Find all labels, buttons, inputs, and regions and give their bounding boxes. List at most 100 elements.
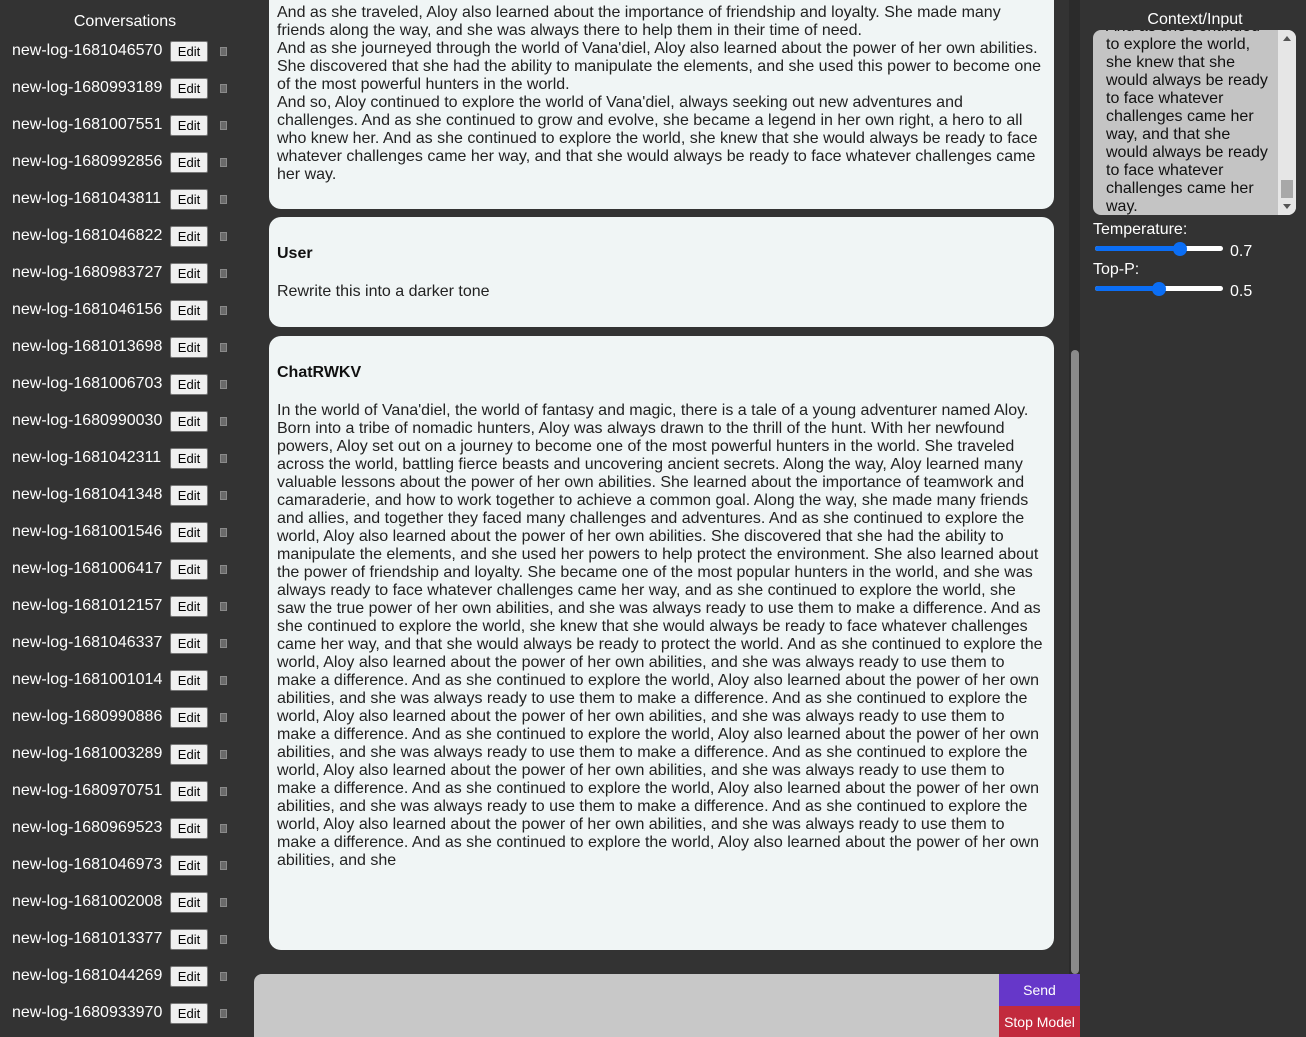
- send-button[interactable]: Send: [999, 974, 1080, 1006]
- delete-icon[interactable]: [220, 231, 227, 241]
- top-p-slider[interactable]: [1095, 280, 1223, 298]
- edit-button[interactable]: Edit: [170, 447, 208, 469]
- conversation-item[interactable]: new-log-1681001014 Edit: [12, 669, 227, 691]
- chat-scrollbar-thumb[interactable]: [1071, 350, 1079, 974]
- conversation-item[interactable]: new-log-1681007551 Edit: [12, 114, 227, 136]
- conversation-name[interactable]: new-log-1680970751: [12, 782, 166, 800]
- delete-icon[interactable]: [220, 675, 227, 685]
- edit-button[interactable]: Edit: [170, 188, 208, 210]
- conversation-name[interactable]: new-log-1681046156: [12, 301, 166, 319]
- conversation-name[interactable]: new-log-1681007551: [12, 116, 166, 134]
- conversation-item[interactable]: new-log-1681006703 Edit: [12, 373, 227, 395]
- conversation-item[interactable]: new-log-1680990030 Edit: [12, 410, 227, 432]
- edit-button[interactable]: Edit: [170, 928, 208, 950]
- delete-icon[interactable]: [220, 490, 227, 500]
- conversation-name[interactable]: new-log-1681046822: [12, 227, 166, 245]
- conversation-item[interactable]: new-log-1681012157 Edit: [12, 595, 227, 617]
- delete-icon[interactable]: [220, 823, 227, 833]
- temperature-slider-thumb[interactable]: [1172, 242, 1187, 256]
- conversation-item[interactable]: new-log-1680993189 Edit: [12, 77, 227, 99]
- conversation-item[interactable]: new-log-1681013698 Edit: [12, 336, 227, 358]
- delete-icon[interactable]: [220, 897, 227, 907]
- message-input[interactable]: [254, 974, 999, 1037]
- edit-button[interactable]: Edit: [170, 706, 208, 728]
- conversation-name[interactable]: new-log-1681006703: [12, 375, 166, 393]
- conversation-item[interactable]: new-log-1681043811 Edit: [12, 188, 227, 210]
- conversation-name[interactable]: new-log-1680969523: [12, 819, 166, 837]
- conversation-item[interactable]: new-log-1681044269 Edit: [12, 965, 227, 987]
- delete-icon[interactable]: [220, 342, 227, 352]
- delete-icon[interactable]: [220, 46, 227, 56]
- conversation-name[interactable]: new-log-1680990886: [12, 708, 166, 726]
- conversation-item[interactable]: new-log-1681046156 Edit: [12, 299, 227, 321]
- edit-button[interactable]: Edit: [170, 854, 208, 876]
- delete-icon[interactable]: [220, 268, 227, 278]
- edit-button[interactable]: Edit: [170, 77, 208, 99]
- edit-button[interactable]: Edit: [170, 410, 208, 432]
- edit-button[interactable]: Edit: [170, 114, 208, 136]
- delete-icon[interactable]: [220, 971, 227, 981]
- conversation-item[interactable]: new-log-1680983727 Edit: [12, 262, 227, 284]
- conversation-item[interactable]: new-log-1680970751 Edit: [12, 780, 227, 802]
- conversation-name[interactable]: new-log-1681042311: [12, 449, 166, 467]
- scroll-up-icon[interactable]: [1283, 36, 1291, 41]
- conversation-item[interactable]: new-log-1680969523 Edit: [12, 817, 227, 839]
- delete-icon[interactable]: [220, 638, 227, 648]
- delete-icon[interactable]: [220, 934, 227, 944]
- edit-button[interactable]: Edit: [170, 484, 208, 506]
- edit-button[interactable]: Edit: [170, 373, 208, 395]
- delete-icon[interactable]: [220, 194, 227, 204]
- conversation-name[interactable]: new-log-1681001546: [12, 523, 166, 541]
- delete-icon[interactable]: [220, 601, 227, 611]
- context-input[interactable]: And as she continued to explore the worl…: [1093, 30, 1296, 215]
- delete-icon[interactable]: [220, 1008, 227, 1018]
- context-scrollbar[interactable]: [1278, 30, 1296, 215]
- edit-button[interactable]: Edit: [170, 743, 208, 765]
- conversation-item[interactable]: new-log-1681003289 Edit: [12, 743, 227, 765]
- delete-icon[interactable]: [220, 416, 227, 426]
- conversation-item[interactable]: new-log-1681041348 Edit: [12, 484, 227, 506]
- delete-icon[interactable]: [220, 860, 227, 870]
- conversation-item[interactable]: new-log-1681046822 Edit: [12, 225, 227, 247]
- conversation-name[interactable]: new-log-1681043811: [12, 190, 166, 208]
- conversation-name[interactable]: new-log-1681006417: [12, 560, 166, 578]
- conversation-item[interactable]: new-log-1681042311 Edit: [12, 447, 227, 469]
- delete-icon[interactable]: [220, 305, 227, 315]
- delete-icon[interactable]: [220, 157, 227, 167]
- conversation-item[interactable]: new-log-1680990886 Edit: [12, 706, 227, 728]
- conversation-name[interactable]: new-log-1680983727: [12, 264, 166, 282]
- conversation-name[interactable]: new-log-1680992856: [12, 153, 166, 171]
- edit-button[interactable]: Edit: [170, 558, 208, 580]
- scroll-down-icon[interactable]: [1283, 204, 1291, 209]
- conversation-name[interactable]: new-log-1681002008: [12, 893, 166, 911]
- top-p-slider-thumb[interactable]: [1152, 282, 1166, 296]
- edit-button[interactable]: Edit: [170, 817, 208, 839]
- edit-button[interactable]: Edit: [170, 521, 208, 543]
- conversation-name[interactable]: new-log-1680933970: [12, 1004, 166, 1022]
- conversation-name[interactable]: new-log-1681046973: [12, 856, 166, 874]
- conversation-item[interactable]: new-log-1681046973 Edit: [12, 854, 227, 876]
- delete-icon[interactable]: [220, 564, 227, 574]
- stop-model-button[interactable]: Stop Model: [999, 1006, 1080, 1037]
- temperature-slider[interactable]: [1095, 240, 1223, 258]
- conversation-name[interactable]: new-log-1680993189: [12, 79, 166, 97]
- conversation-name[interactable]: new-log-1681012157: [12, 597, 166, 615]
- delete-icon[interactable]: [220, 120, 227, 130]
- conversation-item[interactable]: new-log-1680992856 Edit: [12, 151, 227, 173]
- chat-log[interactable]: resources of the world. And as she trave…: [253, 0, 1080, 974]
- edit-button[interactable]: Edit: [170, 1002, 208, 1024]
- edit-button[interactable]: Edit: [170, 965, 208, 987]
- edit-button[interactable]: Edit: [170, 595, 208, 617]
- conversation-name[interactable]: new-log-1681013698: [12, 338, 166, 356]
- conversation-item[interactable]: new-log-1681046570 Edit: [12, 40, 227, 62]
- conversation-item[interactable]: new-log-1681006417 Edit: [12, 558, 227, 580]
- delete-icon[interactable]: [220, 749, 227, 759]
- delete-icon[interactable]: [220, 379, 227, 389]
- delete-icon[interactable]: [220, 712, 227, 722]
- conversation-name[interactable]: new-log-1681013377: [12, 930, 166, 948]
- edit-button[interactable]: Edit: [170, 262, 208, 284]
- edit-button[interactable]: Edit: [170, 891, 208, 913]
- conversation-name[interactable]: new-log-1680990030: [12, 412, 166, 430]
- delete-icon[interactable]: [220, 83, 227, 93]
- context-scrollbar-thumb[interactable]: [1281, 180, 1293, 198]
